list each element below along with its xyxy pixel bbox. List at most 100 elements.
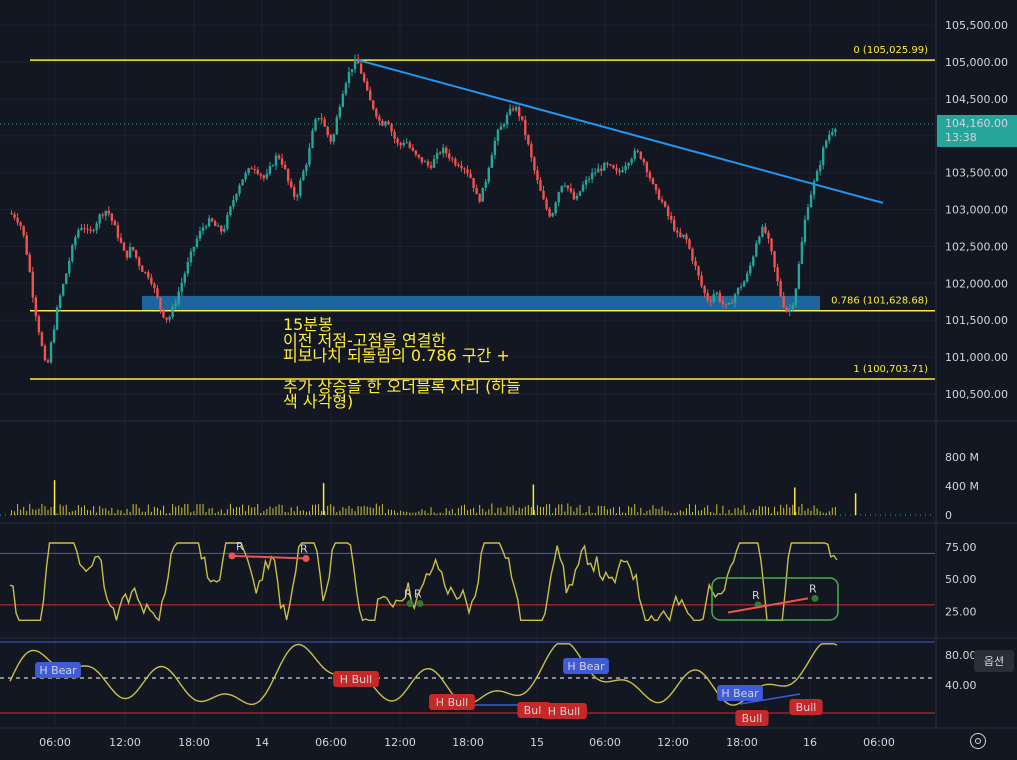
candle-body	[584, 179, 588, 185]
candle-body	[490, 155, 494, 168]
candle-body	[685, 234, 688, 240]
candle-body	[186, 262, 190, 274]
candle-body	[700, 275, 703, 287]
candle-body	[101, 214, 104, 216]
price-tick-label: 102,500.00	[945, 240, 1008, 253]
candle-body	[338, 106, 342, 118]
candle-body	[241, 179, 244, 186]
candle-body	[688, 239, 691, 249]
volume-tick-label: 0	[945, 509, 952, 522]
candle-body	[223, 228, 226, 232]
candle-body	[147, 272, 150, 278]
candle-body	[387, 121, 390, 125]
candle-body	[58, 295, 62, 308]
candle-body	[797, 263, 801, 289]
options-button[interactable]: 옵션	[974, 650, 1014, 672]
candle-body	[247, 168, 250, 173]
candle-body	[177, 291, 180, 304]
candle-body	[499, 126, 503, 131]
candle-body	[794, 288, 798, 306]
candle-body	[521, 116, 524, 120]
osc-signal-label: H Bull	[340, 673, 372, 686]
candle-body	[618, 170, 621, 173]
candle-body	[679, 232, 682, 237]
candle-body	[268, 166, 272, 174]
rsi-divergence-dot	[416, 600, 424, 608]
candle-body	[472, 177, 475, 189]
candle-body	[673, 219, 676, 231]
candle-body	[791, 305, 794, 310]
candle-body	[235, 193, 238, 200]
candle-body	[55, 307, 59, 330]
candle-body	[110, 213, 114, 221]
candle-body	[353, 58, 357, 70]
candle-body	[280, 158, 284, 165]
candle-body	[62, 284, 65, 296]
candle-body	[168, 316, 171, 320]
candle-body	[636, 150, 639, 152]
candle-body	[375, 108, 378, 117]
candle-body	[448, 153, 451, 159]
candle-body	[308, 147, 311, 165]
candle-body	[378, 116, 381, 121]
candle-body	[594, 172, 597, 174]
candle-body	[566, 185, 570, 189]
candle-body	[347, 71, 351, 84]
candle-body	[834, 129, 837, 132]
price-tick-label: 105,500.00	[945, 19, 1008, 32]
osc-signal-label: H Bull	[548, 705, 580, 718]
candle-body	[657, 189, 661, 200]
candle-body	[587, 179, 591, 181]
candle-body	[250, 168, 253, 170]
candle-body	[481, 187, 484, 202]
candle-body	[393, 131, 396, 139]
time-tick-label: 06:00	[39, 736, 71, 749]
candle-body	[399, 142, 402, 146]
candle-body	[502, 124, 506, 127]
candle-body	[663, 201, 667, 207]
candle-body	[256, 169, 259, 174]
price-tick-label: 105,000.00	[945, 56, 1008, 69]
candle-body	[408, 142, 411, 148]
candle-body	[651, 178, 655, 185]
candle-body	[627, 163, 630, 166]
osc-tick-label: 80.00	[945, 649, 977, 662]
candle-body	[131, 247, 135, 251]
candle-body	[320, 118, 323, 120]
candle-body	[138, 257, 141, 266]
price-tick-label: 103,000.00	[945, 204, 1008, 217]
candle-body	[645, 162, 649, 173]
candle-body	[463, 168, 466, 170]
candle-body	[402, 142, 405, 146]
candle-body	[384, 121, 387, 126]
candle-body	[730, 302, 734, 304]
candle-body	[34, 297, 38, 317]
price-tick-label: 101,500.00	[945, 314, 1008, 327]
candle-body	[563, 185, 566, 187]
candle-body	[426, 161, 430, 166]
candle-body	[764, 226, 767, 233]
candle-body	[697, 266, 700, 276]
candle-body	[590, 172, 594, 180]
candle-body	[615, 168, 618, 171]
candle-body	[341, 93, 345, 107]
candle-body	[43, 345, 47, 361]
candle-body	[803, 219, 807, 242]
candle-body	[296, 195, 299, 197]
rsi-divergence-label: R	[752, 589, 760, 602]
candle-body	[800, 241, 804, 264]
gear-icon[interactable]	[970, 733, 986, 749]
candle-body	[89, 229, 92, 231]
candle-body	[83, 227, 86, 229]
candle-body	[457, 164, 460, 166]
candle-body	[74, 237, 77, 246]
candle-body	[332, 134, 335, 142]
candle-body	[432, 158, 436, 168]
candle-body	[253, 168, 256, 170]
candle-body	[621, 170, 624, 173]
candle-body	[335, 117, 338, 135]
candle-body	[290, 181, 293, 188]
candle-body	[536, 170, 539, 181]
rsi-tick-label: 50.00	[945, 573, 977, 586]
osc-signal-label: H Bear	[721, 687, 759, 700]
